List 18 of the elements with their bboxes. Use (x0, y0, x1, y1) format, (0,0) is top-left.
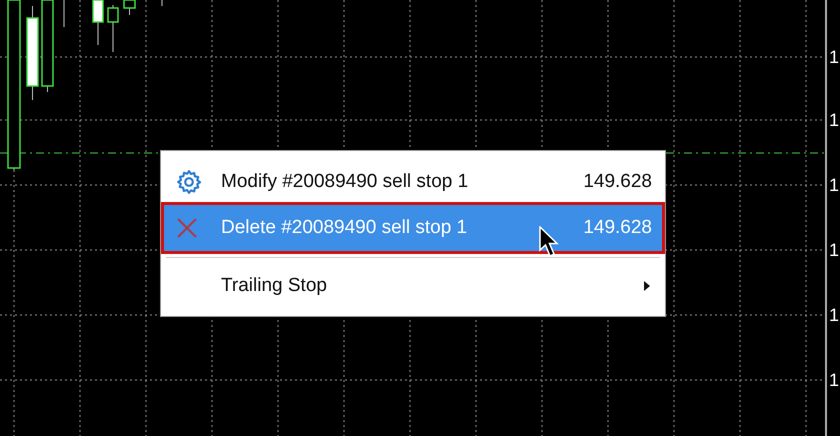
price-axis-label: 1 (829, 175, 840, 195)
candlestick (107, 4, 119, 52)
menu-item[interactable]: Modify #20089490 sell stop 1 149.628 (164, 159, 662, 205)
submenu-item[interactable]: Trailing Stop (164, 264, 662, 308)
price-axis-label: 1 (829, 47, 840, 67)
settings-icon (176, 169, 202, 195)
price-label: 149.628 (583, 216, 652, 240)
price-label: 149.628 (583, 170, 652, 194)
submenu-arrow-icon (644, 281, 650, 291)
price-axis-label: 1 (829, 305, 840, 325)
close-icon (176, 217, 198, 239)
menu-item-label: Trailing Stop (221, 274, 327, 298)
menu-item-label: Modify #20089490 sell stop 1 (221, 170, 468, 194)
menu-item-label: Delete #20089490 sell stop 1 (221, 216, 468, 240)
price-axis-label: 1 (829, 110, 840, 130)
price-axis-label: 1 (829, 370, 840, 390)
candlestick (92, 0, 104, 46)
price-axis-label: 1 (829, 240, 840, 260)
